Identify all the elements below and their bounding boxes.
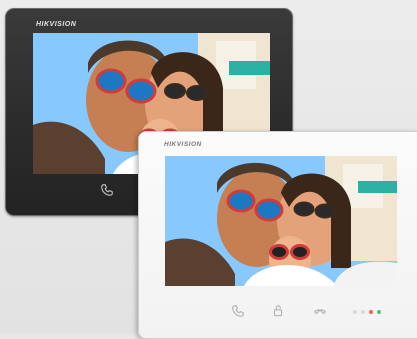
hangup-button[interactable] <box>313 304 327 318</box>
status-led-red <box>369 310 373 314</box>
call-button[interactable] <box>100 183 114 197</box>
brand-logo: HIKVISION <box>164 141 202 148</box>
white-indoor-monitor: HIKVISION <box>138 131 417 339</box>
white-monitor-screen <box>165 156 397 286</box>
status-led-green <box>377 310 381 314</box>
hangup-icon <box>314 309 326 314</box>
unlock-icon <box>273 305 283 317</box>
phone-icon <box>232 305 244 317</box>
status-led <box>353 310 357 314</box>
unlock-button[interactable] <box>271 304 285 318</box>
brand-logo: HIKVISION <box>36 21 77 28</box>
status-led <box>361 310 365 314</box>
call-button[interactable] <box>231 304 245 318</box>
phone-icon <box>101 184 113 196</box>
monitor-control-bar <box>159 296 403 324</box>
family-selfie-photo <box>165 156 397 286</box>
